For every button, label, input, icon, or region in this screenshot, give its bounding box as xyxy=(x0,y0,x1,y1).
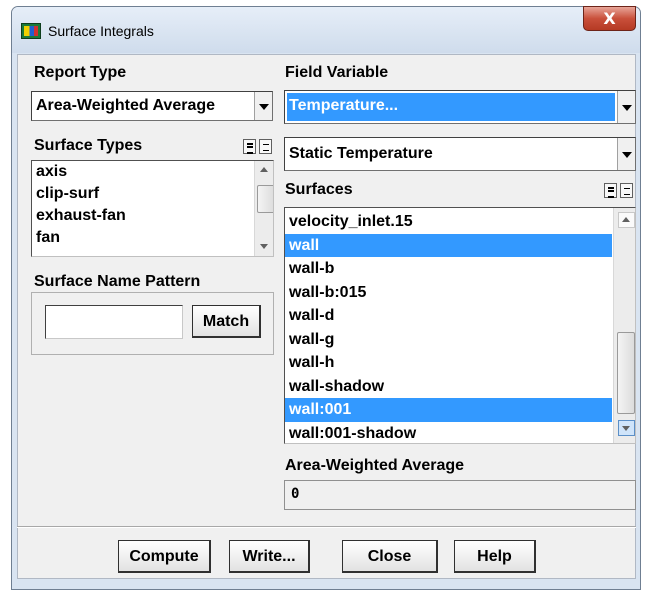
scroll-up-icon[interactable] xyxy=(618,212,635,228)
compute-button[interactable]: Compute xyxy=(118,540,211,573)
select-all-icon[interactable] xyxy=(243,139,256,154)
surface-types-scrollbar[interactable] xyxy=(254,161,273,256)
result-value: 0 xyxy=(284,480,636,510)
write-button[interactable]: Write... xyxy=(229,540,310,573)
list-item[interactable]: wall-g xyxy=(285,328,612,352)
select-all-icon[interactable] xyxy=(604,183,617,198)
list-item[interactable]: wall:001-shadow xyxy=(285,422,612,444)
field-variable-category-dropdown[interactable]: Temperature... xyxy=(284,90,636,124)
divider xyxy=(17,526,636,528)
surface-name-pattern-input[interactable] xyxy=(45,305,183,339)
list-item[interactable]: wall-b:015 xyxy=(285,281,612,305)
list-item[interactable]: axis xyxy=(32,161,273,183)
deselect-all-icon[interactable] xyxy=(259,139,272,154)
window-title: Surface Integrals xyxy=(48,23,154,39)
list-item[interactable]: wall-d xyxy=(285,304,612,328)
field-variable-category-value: Temperature... xyxy=(289,97,399,114)
surface-name-pattern-label: Surface Name Pattern xyxy=(34,273,201,290)
chevron-down-icon[interactable] xyxy=(617,91,635,123)
list-item-selected[interactable]: wall xyxy=(285,233,612,257)
scrollbar-thumb[interactable] xyxy=(617,332,635,414)
surfaces-scrollbar[interactable] xyxy=(613,208,635,443)
list-item[interactable]: fan xyxy=(32,227,273,249)
scroll-up-icon[interactable] xyxy=(257,163,272,177)
chevron-down-icon[interactable] xyxy=(254,92,272,120)
window-close-button[interactable]: X xyxy=(583,6,636,31)
chevron-down-icon[interactable] xyxy=(617,138,635,170)
list-item-selected[interactable]: wall:001 xyxy=(285,398,612,422)
match-button[interactable]: Match xyxy=(192,305,261,338)
surface-types-label: Surface Types xyxy=(34,137,143,154)
close-button[interactable]: Close xyxy=(342,540,438,573)
field-variable-label: Field Variable xyxy=(285,64,389,81)
deselect-all-icon[interactable] xyxy=(620,183,633,198)
scroll-down-icon[interactable] xyxy=(618,420,635,436)
surface-types-list[interactable]: axis clip-surf exhaust-fan fan xyxy=(31,160,274,257)
field-variable-dropdown[interactable]: Static Temperature xyxy=(284,137,636,171)
scroll-down-icon[interactable] xyxy=(257,239,272,253)
report-type-value: Area-Weighted Average xyxy=(36,97,216,114)
field-variable-value: Static Temperature xyxy=(289,145,433,162)
surfaces-label: Surfaces xyxy=(285,181,353,198)
list-item[interactable]: wall-shadow xyxy=(285,375,612,399)
report-type-dropdown[interactable]: Area-Weighted Average xyxy=(31,91,273,121)
list-item[interactable]: exhaust-fan xyxy=(32,205,273,227)
result-label: Area-Weighted Average xyxy=(285,457,465,474)
list-item[interactable]: clip-surf xyxy=(32,183,273,205)
list-item[interactable]: wall-h xyxy=(285,351,612,375)
help-button[interactable]: Help xyxy=(454,540,536,573)
report-type-label: Report Type xyxy=(34,64,127,81)
list-item[interactable]: velocity_inlet.15 xyxy=(285,210,612,234)
surfaces-list[interactable]: velocity_inlet.15 wall wall-b wall-b:015… xyxy=(284,207,636,444)
fluent-app-icon xyxy=(21,23,41,39)
list-item[interactable]: wall-b xyxy=(285,257,612,281)
scrollbar-thumb[interactable] xyxy=(257,185,273,213)
